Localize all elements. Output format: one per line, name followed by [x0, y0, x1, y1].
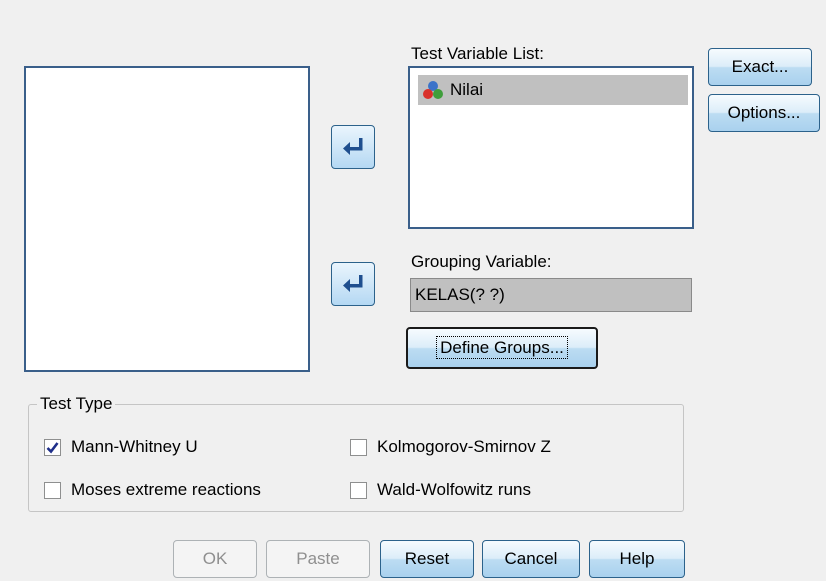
- kolmogorov-smirnov-checkbox[interactable]: Kolmogorov-Smirnov Z: [350, 437, 551, 457]
- mann-whitney-checkbox[interactable]: Mann-Whitney U: [44, 437, 198, 457]
- paste-button[interactable]: Paste: [266, 540, 370, 578]
- reset-button[interactable]: Reset: [380, 540, 474, 578]
- options-button-label: Options...: [727, 103, 801, 122]
- exact-button[interactable]: Exact...: [708, 48, 812, 86]
- move-to-test-list-button[interactable]: [331, 125, 375, 169]
- wald-wolfowitz-label: Wald-Wolfowitz runs: [377, 480, 531, 499]
- list-item[interactable]: Nilai: [418, 75, 688, 105]
- paste-button-label: Paste: [296, 549, 340, 568]
- help-button-label: Help: [619, 549, 655, 568]
- ok-button-label: OK: [202, 549, 228, 568]
- help-button[interactable]: Help: [589, 540, 685, 578]
- grouping-variable-label: Grouping Variable:: [411, 252, 552, 272]
- grouping-variable-label-text: Grouping Variable:: [411, 252, 552, 271]
- checkbox-box[interactable]: [44, 438, 61, 456]
- checkbox-box[interactable]: [350, 438, 367, 456]
- list-item-label: Nilai: [450, 80, 484, 99]
- kolmogorov-smirnov-label: Kolmogorov-Smirnov Z: [377, 437, 551, 456]
- moses-extreme-reactions-checkbox[interactable]: Moses extreme reactions: [44, 480, 261, 500]
- exact-button-label: Exact...: [731, 57, 789, 76]
- nominal-variable-icon: [423, 81, 443, 99]
- wald-wolfowitz-checkbox[interactable]: Wald-Wolfowitz runs: [350, 480, 531, 500]
- test-variable-list-label-text: Test Variable List:: [411, 44, 544, 63]
- checkbox-box[interactable]: [350, 481, 367, 499]
- ok-button[interactable]: OK: [173, 540, 257, 578]
- define-groups-button[interactable]: Define Groups...: [406, 327, 598, 369]
- move-to-grouping-button[interactable]: [331, 262, 375, 306]
- options-button[interactable]: Options...: [708, 94, 820, 132]
- mann-whitney-label: Mann-Whitney U: [71, 437, 198, 456]
- reset-button-label: Reset: [404, 549, 450, 568]
- source-variable-list[interactable]: [24, 66, 310, 372]
- checkbox-box[interactable]: [44, 481, 61, 499]
- test-variable-list-label: Test Variable List:: [411, 44, 544, 64]
- grouping-variable-field[interactable]: KELAS(? ?): [410, 278, 692, 312]
- grouping-variable-value: KELAS(? ?): [415, 285, 505, 304]
- arrow-left-icon: [343, 137, 363, 155]
- test-variable-list[interactable]: Nilai: [408, 66, 694, 229]
- test-type-legend: Test Type: [40, 394, 113, 413]
- define-groups-button-label: Define Groups...: [436, 336, 568, 359]
- moses-extreme-reactions-label: Moses extreme reactions: [71, 480, 261, 499]
- checkmark-icon: [46, 441, 59, 453]
- cancel-button[interactable]: Cancel: [482, 540, 580, 578]
- cancel-button-label: Cancel: [504, 549, 558, 568]
- two-independent-samples-dialog: Test Variable List: Nilai Grouping Varia…: [0, 0, 826, 581]
- arrow-left-icon: [343, 274, 363, 292]
